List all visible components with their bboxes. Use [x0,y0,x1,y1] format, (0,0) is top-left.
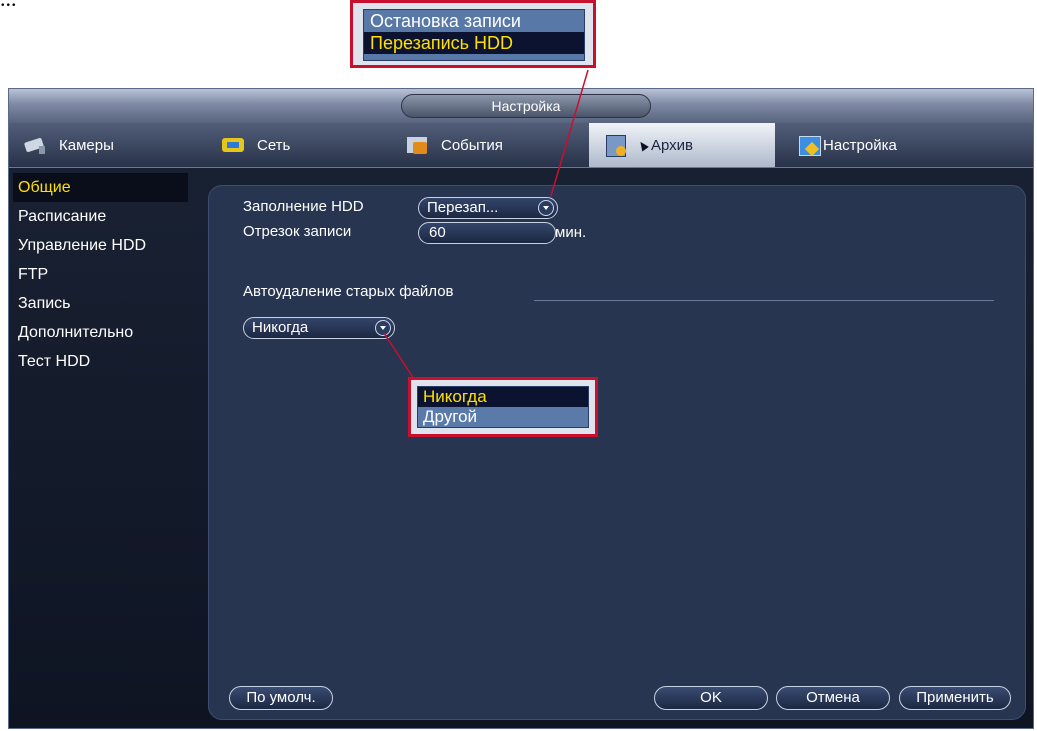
default-button[interactable]: По умолч. [229,686,333,710]
tab-events[interactable]: События [391,123,571,167]
tab-cameras-label: Камеры [59,136,114,154]
cancel-button[interactable]: Отмена [776,686,890,710]
settings-icon [797,134,823,156]
chevron-down-icon[interactable] [538,200,554,216]
tab-archive-label: Архив [651,136,694,154]
hdd-fill-dropdown-callout: Остановка записи Перезапись HDD [350,0,596,68]
sidebar-item-advanced[interactable]: Дополнительно [13,318,193,347]
archive-icon [603,134,629,157]
tab-events-label: События [441,136,503,154]
section-divider [534,300,994,301]
tab-bar: Камеры Сеть События Архив Настройка [9,123,1033,168]
autodelete-value: Никогда [252,319,309,336]
tab-settings[interactable]: Настройка [783,123,963,167]
sidebar-item-ftp[interactable]: FTP [13,260,193,289]
sidebar: Общие Расписание Управление HDD FTP Запи… [13,173,193,376]
hdd-fill-label: Заполнение HDD [243,198,364,215]
camera-icon [23,134,49,156]
option-overwrite-hdd[interactable]: Перезапись HDD [364,32,584,54]
apply-button[interactable]: Применить [899,686,1011,710]
segment-label: Отрезок записи [243,223,352,240]
tab-settings-label: Настройка [823,136,897,154]
option-stop-recording[interactable]: Остановка записи [364,10,584,32]
segment-input[interactable]: 60 [418,222,556,244]
hdd-fill-options-list: Остановка записи Перезапись HDD [363,9,585,61]
sidebar-item-record[interactable]: Запись [13,289,193,318]
sidebar-item-hdd-management[interactable]: Управление HDD [13,231,193,260]
tab-network[interactable]: Сеть [207,123,387,167]
sidebar-item-hdd-test[interactable]: Тест HDD [13,347,193,376]
hdd-fill-select[interactable]: Перезап... [418,197,558,219]
autodelete-select[interactable]: Никогда [243,317,395,339]
option-never[interactable]: Никогда [418,387,588,407]
network-icon [221,134,247,156]
general-settings-panel: Заполнение HDD Перезап... Отрезок записи… [208,185,1026,720]
chevron-down-icon[interactable] [375,320,391,336]
ok-button[interactable]: OK [654,686,768,710]
autodelete-dropdown-callout: Никогда Другой [408,377,598,437]
tab-network-label: Сеть [257,136,291,154]
window-title: Настройка [401,94,651,118]
option-other[interactable]: Другой [418,407,588,427]
tab-archive[interactable]: Архив [589,123,775,167]
autodelete-options-list: Никогда Другой [417,386,589,428]
hdd-fill-value: Перезап... [427,199,499,216]
events-icon [405,134,431,156]
sidebar-item-general[interactable]: Общие [13,173,188,202]
sidebar-item-schedule[interactable]: Расписание [13,202,193,231]
autodelete-label: Автоудаление старых файлов [243,283,454,300]
segment-unit: мин. [555,224,587,241]
tab-cameras[interactable]: Камеры [9,123,189,167]
mouse-cursor-icon [637,139,649,151]
title-bar: Настройка [9,89,1033,123]
